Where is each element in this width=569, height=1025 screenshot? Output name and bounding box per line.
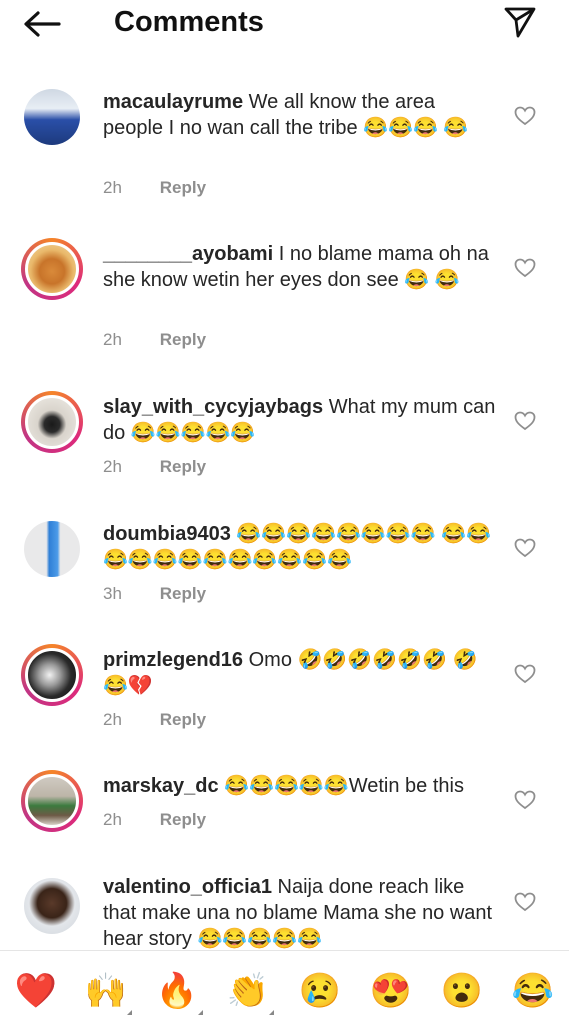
avatar-room-photo xyxy=(25,774,79,828)
heart-outline-icon xyxy=(514,411,536,431)
reply-button[interactable]: Reply xyxy=(160,810,206,829)
avatar-handbag xyxy=(25,395,79,449)
crying-face-emoji[interactable]: 😢 xyxy=(298,969,342,1013)
raising-hands-emoji[interactable]: 🙌 xyxy=(84,969,132,1015)
comments-list[interactable]: macaulayrume We all know the area people… xyxy=(0,46,569,950)
reply-button[interactable]: Reply xyxy=(160,584,206,603)
like-button[interactable] xyxy=(512,889,538,915)
back-button[interactable] xyxy=(22,6,62,42)
avatar[interactable] xyxy=(21,86,83,148)
avatar[interactable] xyxy=(21,770,83,832)
heart-outline-icon xyxy=(514,664,536,684)
comment-username[interactable]: slay_with_cycyjaybags xyxy=(103,396,323,418)
reply-button[interactable]: Reply xyxy=(160,330,206,349)
variant-indicator xyxy=(269,1010,274,1015)
comment-time: 2h xyxy=(103,810,122,829)
variant-indicator xyxy=(127,1010,132,1015)
variant-indicator xyxy=(198,1010,203,1015)
avatar-man-photo xyxy=(24,89,80,145)
comment-username[interactable]: ________ayobami xyxy=(103,243,273,265)
like-button[interactable] xyxy=(512,408,538,434)
avatar[interactable] xyxy=(21,238,83,300)
comment-username[interactable]: valentino_officia1 xyxy=(103,876,272,898)
avatar-bw-photo xyxy=(25,648,79,702)
paper-plane-icon xyxy=(504,7,536,38)
avatar[interactable] xyxy=(21,518,83,580)
header-bar: Comments xyxy=(0,0,569,46)
avatar-man-glasses xyxy=(24,878,80,934)
heart-outline-icon xyxy=(514,106,536,126)
like-button[interactable] xyxy=(512,661,538,687)
emoji-reaction-bar: ❤️ 🙌 🔥 👏 😢 😍 😮 😂 xyxy=(0,950,569,1025)
clapping-hands-emoji[interactable]: 👏 xyxy=(226,969,274,1015)
comment-time: 3h xyxy=(103,584,122,603)
reply-button[interactable]: Reply xyxy=(160,710,206,729)
page-title: Comments xyxy=(114,6,264,38)
heart-outline-icon xyxy=(514,790,536,810)
comment-username[interactable]: macaulayrume xyxy=(103,91,243,113)
heart-outline-icon xyxy=(514,538,536,558)
avatar[interactable] xyxy=(21,644,83,706)
like-button[interactable] xyxy=(512,535,538,561)
surprised-face-emoji[interactable]: 😮 xyxy=(440,969,484,1013)
like-button[interactable] xyxy=(512,103,538,129)
comment-time: 2h xyxy=(103,710,122,729)
avatar[interactable] xyxy=(21,391,83,453)
avatar[interactable] xyxy=(21,875,83,937)
heart-eyes-emoji[interactable]: 😍 xyxy=(369,969,413,1013)
reply-button[interactable]: Reply xyxy=(160,178,206,197)
comment-username[interactable]: marskay_dc xyxy=(103,775,219,797)
like-button[interactable] xyxy=(512,255,538,281)
fire-emoji[interactable]: 🔥 xyxy=(155,969,203,1015)
heart-outline-icon xyxy=(514,258,536,278)
comment-username[interactable]: doumbia9403 xyxy=(103,523,231,545)
comment-time: 2h xyxy=(103,457,122,476)
heart-emoji[interactable]: ❤️ xyxy=(14,969,58,1013)
avatar-woman-blue-dress xyxy=(24,521,80,577)
heart-outline-icon xyxy=(514,892,536,912)
arrow-left-icon xyxy=(24,11,61,37)
comment-time: 2h xyxy=(103,178,122,197)
like-button[interactable] xyxy=(512,787,538,813)
comment-text: 😂😂😂😂😂Wetin be this xyxy=(224,775,464,797)
avatar-cartoon-dog xyxy=(25,242,79,296)
tears-of-joy-emoji[interactable]: 😂 xyxy=(511,969,555,1013)
comment-time: 2h xyxy=(103,330,122,349)
share-button[interactable] xyxy=(500,4,540,40)
reply-button[interactable]: Reply xyxy=(160,457,206,476)
comment-username[interactable]: primzlegend16 xyxy=(103,649,243,671)
